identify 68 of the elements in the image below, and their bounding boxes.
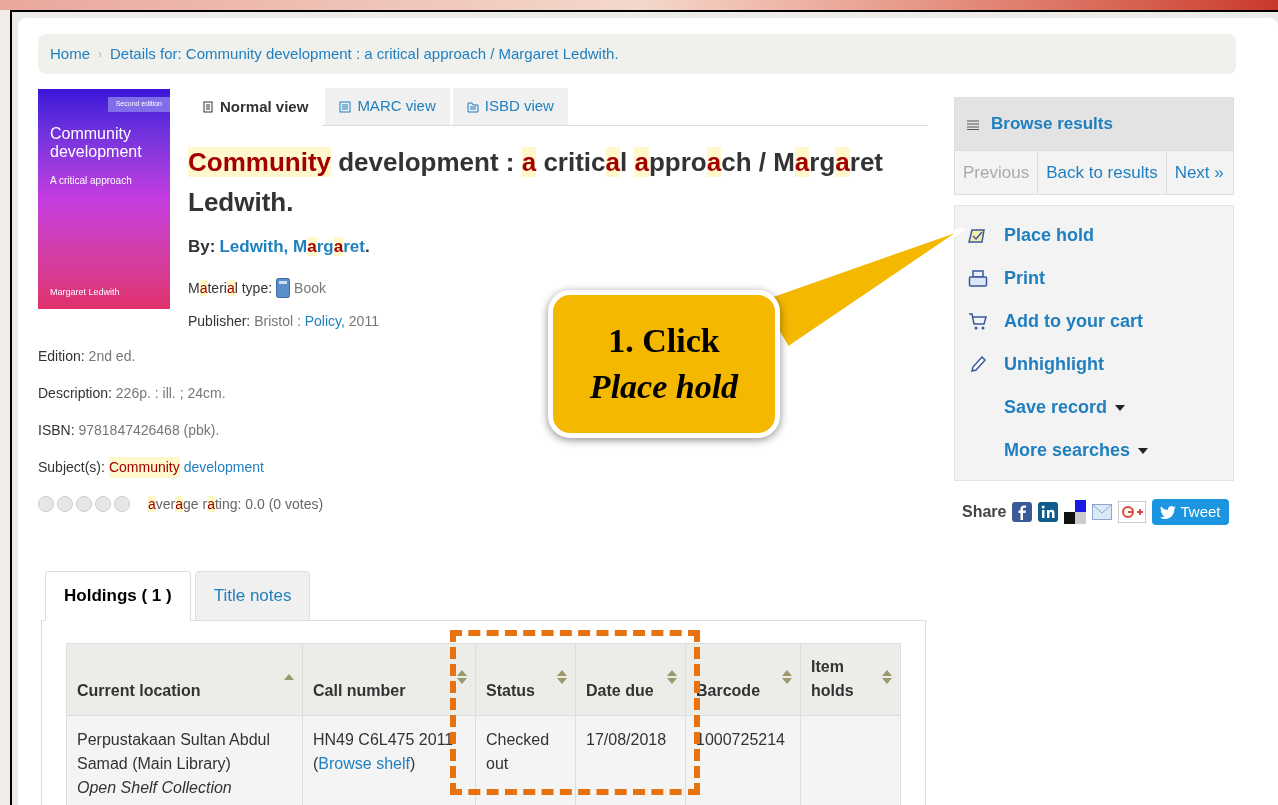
browse-nav-link[interactable]: Next » xyxy=(1165,151,1232,194)
table-cell-text: 17/08/2018 xyxy=(586,729,668,750)
record-title: Community development : a critical approach / Margaret Ledwith. xyxy=(188,146,885,219)
callout-action-text: Place hold xyxy=(589,367,739,407)
cover-author: Margaret Ledwith xyxy=(50,285,120,299)
sort-icon[interactable] xyxy=(667,669,677,684)
record-field: Edition: 2nd ed. xyxy=(38,345,136,367)
sort-ascending-icon[interactable] xyxy=(284,673,294,680)
document-icon xyxy=(339,100,352,113)
material-type-label: Material type: xyxy=(188,278,273,298)
browse-nav-link[interactable]: Back to results xyxy=(1037,151,1166,194)
list-icon xyxy=(967,118,979,130)
parenthesis: ) xyxy=(409,754,416,772)
sort-icon[interactable] xyxy=(457,669,467,684)
rating-text: average rating: 0.0 (0 votes) xyxy=(148,494,324,514)
squares-icon[interactable] xyxy=(1064,500,1087,524)
share-label: Share xyxy=(962,502,1007,522)
action-link[interactable]: Place hold xyxy=(1004,222,1095,249)
linkedin-icon[interactable] xyxy=(1038,502,1059,522)
document-icon xyxy=(202,101,214,113)
email-icon[interactable] xyxy=(1092,504,1113,520)
sort-icon[interactable] xyxy=(557,669,567,684)
record-field: ISBN: 9781847426468 (pbk). xyxy=(38,419,220,441)
view-tab[interactable]: ISBD view xyxy=(452,88,568,125)
sort-icon[interactable] xyxy=(882,669,892,684)
cover-subtitle: A critical approach xyxy=(50,174,133,188)
star-rating[interactable] xyxy=(38,496,130,512)
breadcrumb-separator: › xyxy=(98,46,102,63)
highlighter-pen-icon xyxy=(968,355,988,374)
sort-icon[interactable] xyxy=(782,669,792,684)
action-link[interactable]: Unhighlight xyxy=(1004,351,1104,378)
caret-down-icon xyxy=(1138,447,1149,454)
dropdown-link[interactable]: Save record xyxy=(1004,394,1126,421)
subject-link[interactable]: development xyxy=(183,456,264,478)
action-link[interactable]: Print xyxy=(1004,265,1045,292)
subject-link[interactable]: Community xyxy=(108,456,180,478)
callout-step-text: 1. Click xyxy=(608,321,720,361)
action-link[interactable]: Add to your cart xyxy=(1004,308,1143,335)
tweet-button[interactable]: Tweet xyxy=(1152,499,1229,525)
browse-shelf-link[interactable]: Browse shelf xyxy=(318,754,410,772)
subject-label: Subject(s): xyxy=(38,457,105,477)
printer-icon xyxy=(968,269,988,288)
table-cell-text: Checked out xyxy=(486,729,551,774)
cart-icon xyxy=(968,312,988,331)
google-plus-icon[interactable] xyxy=(1118,501,1147,523)
dropdown-link[interactable]: More searches xyxy=(1004,437,1149,464)
table-cell-text: Perpustakaan Sultan Abdul Samad (Main Library) xyxy=(77,729,272,774)
holdings-tab[interactable]: Title notes xyxy=(194,570,311,621)
holdings-tab[interactable]: Holdings ( 1 ) xyxy=(45,570,191,621)
material-type-value: Book xyxy=(294,278,326,298)
publisher-link[interactable]: Policy, xyxy=(304,312,345,329)
breadcrumb-link[interactable]: Details for: Community development : a critical approach / Margaret Ledwith. xyxy=(110,42,619,66)
breadcrumb-link[interactable]: Home xyxy=(50,42,90,66)
caret-down-icon xyxy=(1115,404,1126,411)
author-link[interactable]: Ledwith, Margaret xyxy=(219,234,365,260)
author-period: . xyxy=(364,236,370,258)
document-icon xyxy=(466,100,479,113)
clipboard-check-icon xyxy=(968,227,988,244)
publisher-line: Publisher: Bristol : Policy, 2011 xyxy=(188,311,380,331)
book-icon xyxy=(276,278,291,298)
view-tab[interactable]: MARC view xyxy=(325,88,450,125)
collection-name: Open Shelf Collection xyxy=(77,777,233,798)
cover-title: Community development xyxy=(50,125,143,161)
record-field: Description: 226p. : ill. ; 24cm. xyxy=(38,382,226,404)
parenthesis: ( xyxy=(313,754,319,772)
bird-icon xyxy=(1160,505,1177,519)
facebook-icon[interactable] xyxy=(1012,502,1033,522)
author-label: By: xyxy=(188,236,216,258)
